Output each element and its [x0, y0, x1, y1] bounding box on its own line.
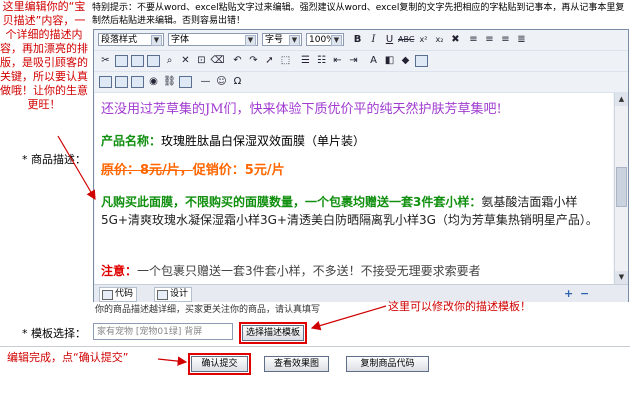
hint-text: 不要从word、excel粘贴文字过来编辑。强烈建议从word、excel复制的…	[92, 3, 625, 26]
bold-icon[interactable]: B	[350, 32, 365, 47]
editor-mode-bar: 代码 设计 + −	[94, 284, 628, 302]
content-promotion: 凡购买此面膜，不限购买的面膜数量，一个包裹均赠送一套3件套小样：氨基酸洁面霜小样…	[101, 193, 611, 229]
code-mode-button[interactable]: 代码	[99, 287, 138, 302]
align-justify-icon[interactable]: ≣	[514, 32, 529, 47]
symbol-icon[interactable]: Ω	[230, 74, 245, 89]
content-product: 产品名称：玫瑰胜肽晶白保湿双效面膜（单片装）	[101, 133, 365, 149]
template-highlight-box	[239, 322, 307, 344]
code-icon	[102, 290, 113, 300]
cut-icon[interactable]: ✂	[98, 53, 113, 68]
arrow-to-template	[310, 305, 387, 331]
product-name: 玫瑰胜肽晶白保湿双效面膜（单片装）	[161, 134, 366, 148]
template-label: * 模板选择：	[22, 327, 86, 340]
promo-price: 促销价：5元/片	[192, 163, 285, 178]
link-icon[interactable]: ⛓	[162, 74, 177, 89]
line-icon[interactable]: —	[198, 74, 213, 89]
promotion-text: 凡购买此面膜，不限购买的面膜数量，一个包裹均赠送一套3件套小样：	[101, 195, 482, 209]
scroll-thumb[interactable]	[616, 167, 627, 207]
redo-icon[interactable]: ↷	[246, 53, 261, 68]
design-icon	[157, 290, 168, 300]
original-price: 原价：8元/片，	[101, 163, 193, 178]
select-icon[interactable]: ⬚	[278, 53, 293, 68]
divider	[0, 346, 630, 347]
arrow-to-editor	[57, 135, 96, 201]
font-select[interactable]: 字体 ▼	[168, 33, 258, 46]
scroll-up-icon[interactable]: ▲	[615, 93, 628, 106]
delete-icon[interactable]: ✕	[178, 53, 193, 68]
indent-icon[interactable]: ⇥	[346, 53, 361, 68]
special-hint: 特别提示：不要从word、excel粘贴文字过来编辑。强烈建议从word、exc…	[92, 2, 628, 28]
submit-highlight-box	[188, 353, 251, 375]
outdent-icon[interactable]: ⇤	[330, 53, 345, 68]
paste-icon[interactable]	[130, 53, 145, 68]
italic-icon[interactable]: I	[366, 32, 381, 47]
content-notice: 注意：一个包裹只赠送一套3件套小样，不多送！不接受无理要求索要者	[101, 263, 481, 279]
zoom-select[interactable]: 100% ▼	[306, 33, 344, 46]
copy-icon[interactable]	[114, 53, 129, 68]
content-price: 原价：8元/片，促销价：5元/片	[101, 163, 285, 179]
hint-label: 特别提示：	[92, 3, 138, 13]
scroll-down-icon[interactable]: ▼	[615, 271, 628, 284]
align-left-icon[interactable]: ≡	[466, 32, 481, 47]
align-right-icon[interactable]: ≡	[498, 32, 513, 47]
editor-scrollbar[interactable]: ▲ ▼	[614, 93, 628, 284]
paste-text-icon[interactable]	[146, 53, 161, 68]
paragraph-style-select[interactable]: 段落样式 ▼	[98, 33, 164, 46]
media-icon[interactable]	[130, 74, 145, 89]
arrow-to-submit	[157, 356, 188, 366]
remove-format-icon[interactable]: ✖	[448, 32, 463, 47]
eraser-icon[interactable]: ⌫	[210, 53, 225, 68]
copy-code-button[interactable]: 复制商品代码	[346, 356, 429, 372]
design-mode-button[interactable]: 设计	[154, 287, 193, 302]
special-format-icon[interactable]	[414, 53, 429, 68]
underline-icon[interactable]: U	[382, 32, 397, 47]
editor-content[interactable]: 还没用过芳草集的JM们，快来体验下质优价平的纯天然护肤芳草集吧! 产品名称：玫瑰…	[95, 93, 613, 284]
annotation-left: 这里编辑你的“宝贝描述”内容，一个详细的描述内容，再加漂亮的排版，是吸引顾客的关…	[0, 0, 88, 111]
notice-label: 注意：	[101, 264, 138, 278]
annotation-submit: 编辑完成，点“确认提交”	[7, 351, 129, 364]
globe-icon[interactable]: ◉	[146, 74, 161, 89]
editor-toolbar-row-3: ◉ ⛓ — ☺ Ω	[94, 72, 628, 93]
editor-toolbar-row-2: ✂ ⌕ ✕ ⊡ ⌫ ↶ ↷ ➚ ⬚ ☰ ☷ ⇤ ⇥ A ◧ ◆	[94, 51, 628, 72]
editor-notice: 你的商品描述越详细，买家更关注你的商品，请认真填写	[95, 305, 321, 315]
font-size-select[interactable]: 字号 ▼	[262, 33, 302, 46]
superscript-icon[interactable]: x²	[416, 32, 431, 47]
image-icon[interactable]	[98, 74, 113, 89]
select-all-icon[interactable]: ⊡	[194, 53, 209, 68]
pointer-icon[interactable]: ➚	[262, 53, 277, 68]
content-intro: 还没用过芳草集的JM们，快来体验下质优价平的纯天然护肤芳草集吧!	[101, 102, 502, 117]
template-input[interactable]: 家有宠物 [宠物01绿] 背屏	[93, 323, 233, 340]
expand-icon[interactable]: +	[564, 287, 573, 300]
highlight-icon[interactable]: ◆	[398, 53, 413, 68]
preview-button[interactable]: 查看效果图	[264, 356, 329, 372]
find-icon[interactable]: ⌕	[162, 53, 177, 68]
notice-text: 一个包裹只赠送一套3件套小样，不多送！不接受无理要求索要者	[137, 264, 481, 278]
collapse-icon[interactable]: −	[580, 287, 589, 300]
product-label: 产品名称：	[101, 134, 162, 148]
table-icon[interactable]	[178, 74, 193, 89]
editor-toolbar-row-1: 段落样式 ▼ 字体 ▼ 字号 ▼ 100% ▼ B I U ABC x² x₂ ✖ ≡ …	[94, 30, 628, 51]
unordered-list-icon[interactable]: ☷	[314, 53, 329, 68]
text-color-icon[interactable]: A	[366, 53, 381, 68]
strikethrough-icon[interactable]: ABC	[398, 32, 414, 47]
ordered-list-icon[interactable]: ☰	[298, 53, 313, 68]
description-label: * 商品描述：	[22, 153, 86, 166]
background-color-icon[interactable]: ◧	[382, 53, 397, 68]
undo-icon[interactable]: ↶	[230, 53, 245, 68]
emoticon-icon[interactable]: ☺	[214, 74, 229, 89]
flash-icon[interactable]	[114, 74, 129, 89]
align-center-icon[interactable]: ≡	[482, 32, 497, 47]
subscript-icon[interactable]: x₂	[432, 32, 447, 47]
annotation-template: 这里可以修改你的描述模板！	[388, 300, 531, 313]
rich-text-editor: 段落样式 ▼ 字体 ▼ 字号 ▼ 100% ▼ B I U ABC x² x₂ ✖ ≡ …	[93, 29, 629, 302]
